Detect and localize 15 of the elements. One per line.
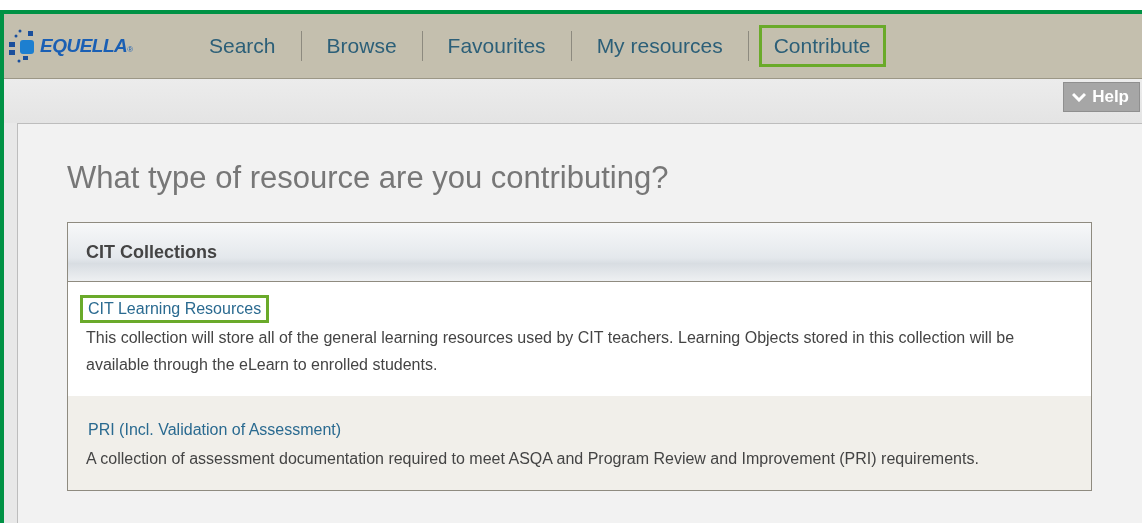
panel-title: CIT Collections (86, 241, 217, 263)
chevron-down-icon (1072, 92, 1087, 102)
nav-link[interactable]: My resources (581, 25, 738, 67)
collection-description: A collection of assessment documentation required to meet ASQA and Program Review and Improvement (PRI) requirements. (86, 449, 980, 469)
nav-link[interactable]: Browse (311, 25, 412, 67)
page-heading: What type of resource are you contributing? (67, 160, 670, 196)
collection-description: This collection will store all of the general learning resources used by CIT teachers. Learning Objects stored in this collection will be available through the eLearn to enrolled students. (86, 328, 1016, 375)
help-button[interactable]: Help (1063, 82, 1140, 112)
registered-mark: ® (127, 45, 134, 54)
nav-link[interactable]: Contribute (758, 25, 886, 67)
collection-link[interactable]: CIT Learning Resources (80, 295, 270, 323)
nav-link[interactable]: Search (194, 25, 291, 67)
collection-link[interactable]: PRI (Incl. Validation of Assessment) (80, 416, 350, 444)
nav-link[interactable]: Favourites (432, 25, 561, 67)
logo-text: EQUELLA (40, 35, 128, 57)
